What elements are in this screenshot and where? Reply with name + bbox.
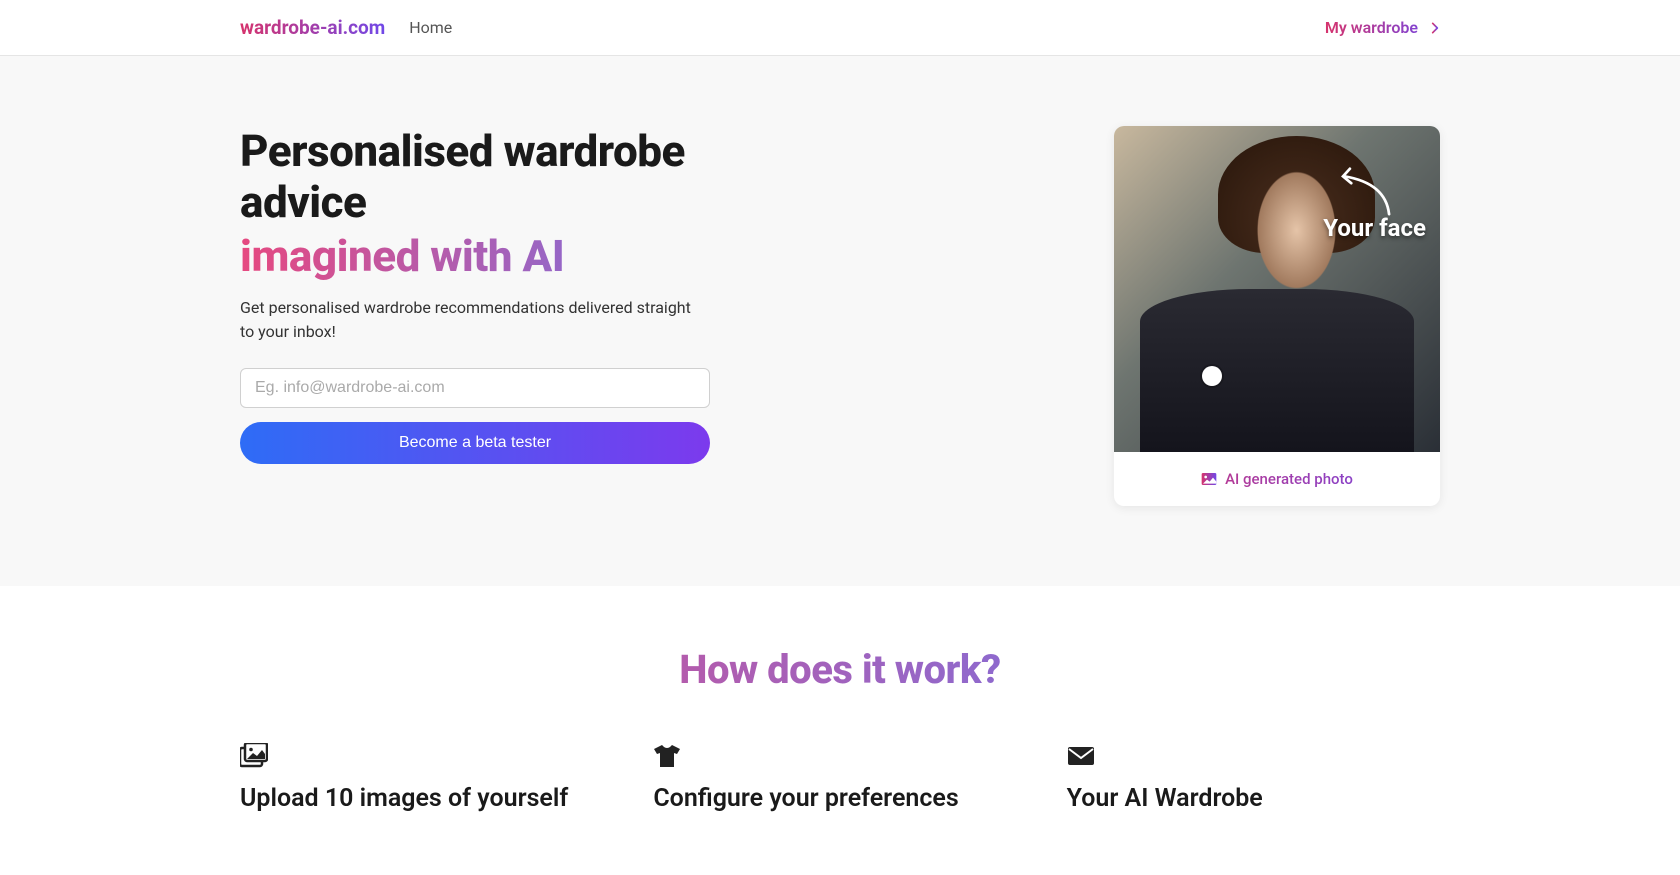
hero-title-accent: imagined with AI (240, 231, 800, 282)
feature-configure-title: Configure your preferences (653, 783, 1026, 814)
my-wardrobe-label: My wardrobe (1325, 18, 1418, 37)
hero-right: Your face AI generated photo (1114, 126, 1440, 506)
feature-upload-title: Upload 10 images of yourself (240, 783, 613, 814)
nav-home[interactable]: Home (409, 18, 452, 37)
header: wardrobe-ai.com Home My wardrobe (0, 0, 1680, 56)
how-title: How does it work? (240, 646, 1440, 693)
hero-section: Personalised wardrobe advice imagined wi… (0, 56, 1680, 586)
ai-photo: Your face (1114, 126, 1440, 452)
hero-inner: Personalised wardrobe advice imagined wi… (240, 126, 1440, 506)
photo-caption-text: AI generated photo (1225, 470, 1353, 488)
email-input[interactable] (240, 368, 710, 408)
hero-title: Personalised wardrobe advice (240, 126, 800, 227)
photo-overlay-label: Your face (1323, 214, 1426, 242)
hero-left: Personalised wardrobe advice imagined wi… (240, 126, 800, 464)
photo-dot (1202, 366, 1222, 386)
photo-card: Your face AI generated photo (1114, 126, 1440, 506)
my-wardrobe-link[interactable]: My wardrobe (1325, 18, 1440, 37)
feature-wardrobe-title: Your AI Wardrobe (1067, 783, 1440, 814)
header-left: wardrobe-ai.com Home (240, 16, 452, 39)
arrow-right-icon (1424, 20, 1440, 36)
how-it-works-section: How does it work? Upload 10 images of yo… (0, 586, 1680, 834)
feature-upload: Upload 10 images of yourself (240, 743, 613, 814)
photo-caption: AI generated photo (1114, 452, 1440, 506)
images-icon (240, 743, 268, 769)
tshirt-icon (653, 743, 681, 769)
logo[interactable]: wardrobe-ai.com (240, 16, 385, 39)
features-row: Upload 10 images of yourself Configure y… (240, 743, 1440, 814)
image-icon (1201, 472, 1217, 486)
feature-wardrobe: Your AI Wardrobe (1067, 743, 1440, 814)
feature-configure: Configure your preferences (653, 743, 1026, 814)
hero-subtitle: Get personalised wardrobe recommendation… (240, 296, 700, 344)
beta-tester-button[interactable]: Become a beta tester (240, 422, 710, 464)
envelope-icon (1067, 743, 1095, 769)
